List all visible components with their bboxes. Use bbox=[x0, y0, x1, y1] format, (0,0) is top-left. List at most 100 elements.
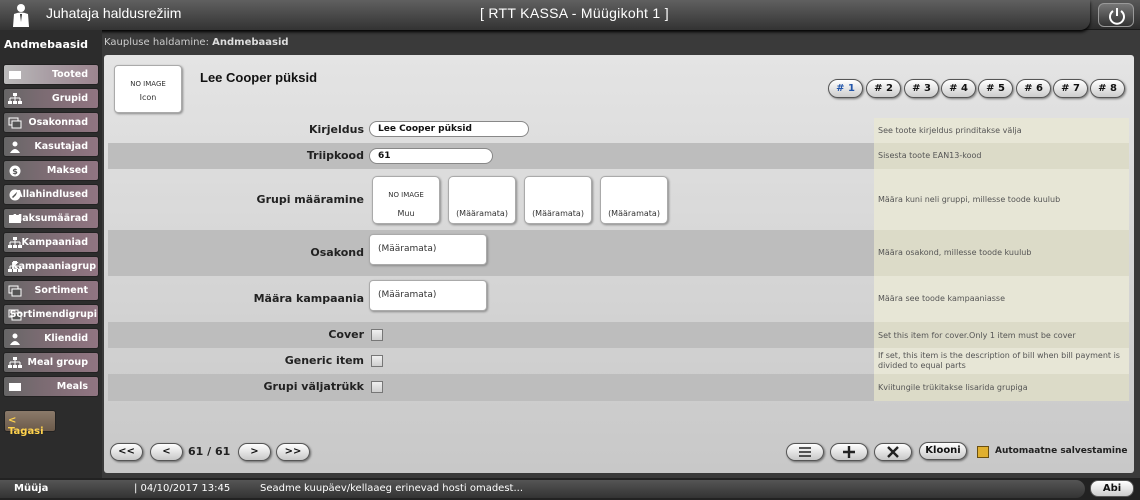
triipkood-input[interactable]: 61 bbox=[369, 148, 493, 164]
clone-button[interactable]: Klooni bbox=[919, 442, 967, 460]
row-grupi-valjatrukk: Grupi väljatrükk Kviitungile trükitakse … bbox=[108, 374, 1129, 401]
generic-item-checkbox[interactable] bbox=[371, 355, 383, 367]
close-icon bbox=[887, 446, 899, 458]
kirjeldus-input[interactable]: Lee Cooper püksid bbox=[369, 121, 529, 137]
power-button[interactable] bbox=[1098, 3, 1134, 27]
sidebar-item-label: Kampaaniagrup bbox=[11, 261, 96, 272]
cover-label: Cover bbox=[328, 328, 364, 341]
osakond-label: Osakond bbox=[310, 246, 364, 259]
sidebar-item-label: Meals bbox=[56, 381, 88, 392]
sidebar: Andmebaasid Tooted Grupid Osakonnad Kasu… bbox=[0, 30, 102, 478]
image-caption: Icon bbox=[139, 93, 157, 102]
status-datetime: | 04/10/2017 13:45 bbox=[134, 483, 231, 494]
user-icon bbox=[10, 141, 20, 153]
app-title: [ RTT KASSA - Müügikoht 1 ] bbox=[480, 5, 669, 21]
row-kirjeldus: Kirjeldus Lee Cooper püksid See toote ki… bbox=[108, 118, 1129, 143]
sidebar-item-label: Grupid bbox=[51, 93, 88, 104]
mode-header: Juhataja haldusrežiim [ RTT KASSA - Müüg… bbox=[0, 0, 1090, 30]
row-generic-item: Generic item If set, this item is the de… bbox=[108, 348, 1129, 374]
sidebar-item-allahindlused[interactable]: Allahindlused bbox=[3, 184, 99, 205]
product-editor: NO IMAGE Icon Lee Cooper püksid # 1 # 2 … bbox=[104, 55, 1134, 473]
sidebar-title: Andmebaasid bbox=[4, 38, 89, 51]
triipkood-label: Triipkood bbox=[306, 149, 364, 162]
row-cover: Cover Set this item for cover.Only 1 ite… bbox=[108, 322, 1129, 348]
kampaania-label: Määra kampaania bbox=[253, 292, 364, 305]
sidebar-item-osakonnad[interactable]: Osakonnad bbox=[3, 112, 99, 133]
plus-icon bbox=[843, 446, 855, 458]
sidebar-item-meals[interactable]: Meals bbox=[3, 376, 99, 397]
card-icon bbox=[9, 383, 21, 391]
triipkood-help: Sisesta toote EAN13-kood bbox=[874, 143, 1129, 169]
coin-icon: $ bbox=[9, 165, 21, 177]
list-button[interactable] bbox=[786, 443, 824, 461]
record-pager: 61 / 61 bbox=[188, 445, 231, 458]
add-button[interactable] bbox=[830, 443, 868, 461]
grupp-help: Määra kuni neli gruppi, millesse toode k… bbox=[874, 169, 1129, 230]
sidebar-item-kliendid[interactable]: Kliendid bbox=[3, 328, 99, 349]
windows-icon bbox=[8, 285, 22, 297]
breadcrumb: Kaupluse haldamine: Andmebaasid bbox=[104, 37, 289, 48]
delete-button[interactable] bbox=[874, 443, 912, 461]
autosave-checkbox[interactable] bbox=[977, 446, 989, 458]
sidebar-item-kasutajad[interactable]: Kasutajad bbox=[3, 136, 99, 157]
breadcrumb-current: Andmebaasid bbox=[212, 37, 289, 48]
cover-checkbox[interactable] bbox=[371, 329, 383, 341]
kirjeldus-help: See toote kirjeldus prinditakse välja bbox=[874, 118, 1129, 143]
row-triipkood: Triipkood 61 Sisesta toote EAN13-kood bbox=[108, 143, 1129, 169]
next-record-button[interactable]: > bbox=[238, 443, 271, 461]
hierarchy-icon bbox=[8, 93, 22, 104]
tab-5[interactable]: # 5 bbox=[978, 79, 1013, 98]
product-title: Lee Cooper püksid bbox=[200, 70, 318, 85]
group-slot-2[interactable]: (Määramata) bbox=[448, 176, 516, 224]
tab-8[interactable]: # 8 bbox=[1090, 79, 1125, 98]
prev-record-button[interactable]: < bbox=[150, 443, 183, 461]
row-kampaania: Määra kampaania (Määramata) Määra see to… bbox=[108, 276, 1129, 322]
row-osakond: Osakond (Määramata) Määra osakond, mille… bbox=[108, 230, 1129, 276]
generic-item-label: Generic item bbox=[284, 354, 364, 367]
sidebar-item-tooted[interactable]: Tooted bbox=[3, 64, 99, 85]
tab-7[interactable]: # 7 bbox=[1053, 79, 1088, 98]
tab-6[interactable]: # 6 bbox=[1016, 79, 1051, 98]
tab-3[interactable]: # 3 bbox=[904, 79, 939, 98]
group-slot-3[interactable]: (Määramata) bbox=[524, 176, 592, 224]
product-image[interactable]: NO IMAGE Icon bbox=[114, 65, 182, 113]
sidebar-item-label: Allahindlused bbox=[15, 189, 88, 200]
kampaania-select[interactable]: (Määramata) bbox=[369, 280, 487, 311]
tab-2[interactable]: # 2 bbox=[866, 79, 901, 98]
osakond-select[interactable]: (Määramata) bbox=[369, 234, 487, 265]
sidebar-item-label: Kampaaniad bbox=[21, 237, 88, 248]
sidebar-item-label: Kasutajad bbox=[34, 141, 88, 152]
sidebar-item-label: Meal group bbox=[27, 357, 88, 368]
sidebar-item-sortimendigrupid[interactable]: Sortimendigrupi bbox=[3, 304, 99, 325]
group-slot-1[interactable]: NO IMAGE Muu bbox=[372, 176, 440, 224]
first-record-button[interactable]: << bbox=[110, 443, 143, 461]
tab-1[interactable]: # 1 bbox=[828, 79, 863, 98]
sidebar-item-kampaaniad[interactable]: Kampaaniad bbox=[3, 232, 99, 253]
sidebar-item-label: Maksed bbox=[46, 165, 88, 176]
sidebar-item-maksumaarad[interactable]: Maksumäärad bbox=[3, 208, 99, 229]
last-record-button[interactable]: >> bbox=[276, 443, 310, 461]
status-panel: Müüja | 04/10/2017 13:45 Seadme kuupäev/… bbox=[0, 480, 1085, 498]
list-icon bbox=[799, 447, 811, 457]
back-button[interactable]: < Tagasi bbox=[4, 410, 56, 437]
kirjeldus-label: Kirjeldus bbox=[309, 123, 364, 136]
sidebar-item-grupid[interactable]: Grupid bbox=[3, 88, 99, 109]
sidebar-item-kampaaniagrupid[interactable]: Kampaaniagrup bbox=[3, 256, 99, 277]
user-icon bbox=[10, 333, 20, 345]
tab-4[interactable]: # 4 bbox=[941, 79, 976, 98]
sidebar-item-meal-group[interactable]: Meal group bbox=[3, 352, 99, 373]
breadcrumb-prefix: Kaupluse haldamine: bbox=[104, 37, 209, 48]
manager-icon bbox=[13, 4, 29, 27]
autosave-label: Automaatne salvestamine bbox=[995, 446, 1128, 456]
sidebar-item-label: Kliendid bbox=[44, 333, 88, 344]
sidebar-item-label: Maksumäärad bbox=[12, 213, 88, 224]
group-slot-4[interactable]: (Määramata) bbox=[600, 176, 668, 224]
sidebar-item-sortiment[interactable]: Sortiment bbox=[3, 280, 99, 301]
help-button[interactable]: Abi bbox=[1090, 480, 1134, 497]
valjatrukk-label: Grupi väljatrükk bbox=[263, 380, 364, 393]
hierarchy-icon bbox=[8, 237, 22, 248]
valjatrukk-checkbox[interactable] bbox=[371, 381, 383, 393]
sidebar-item-maksed[interactable]: $ Maksed bbox=[3, 160, 99, 181]
sidebar-item-label: Sortimendigrupi bbox=[9, 309, 97, 320]
top-bar: Juhataja haldusrežiim [ RTT KASSA - Müüg… bbox=[0, 0, 1140, 30]
